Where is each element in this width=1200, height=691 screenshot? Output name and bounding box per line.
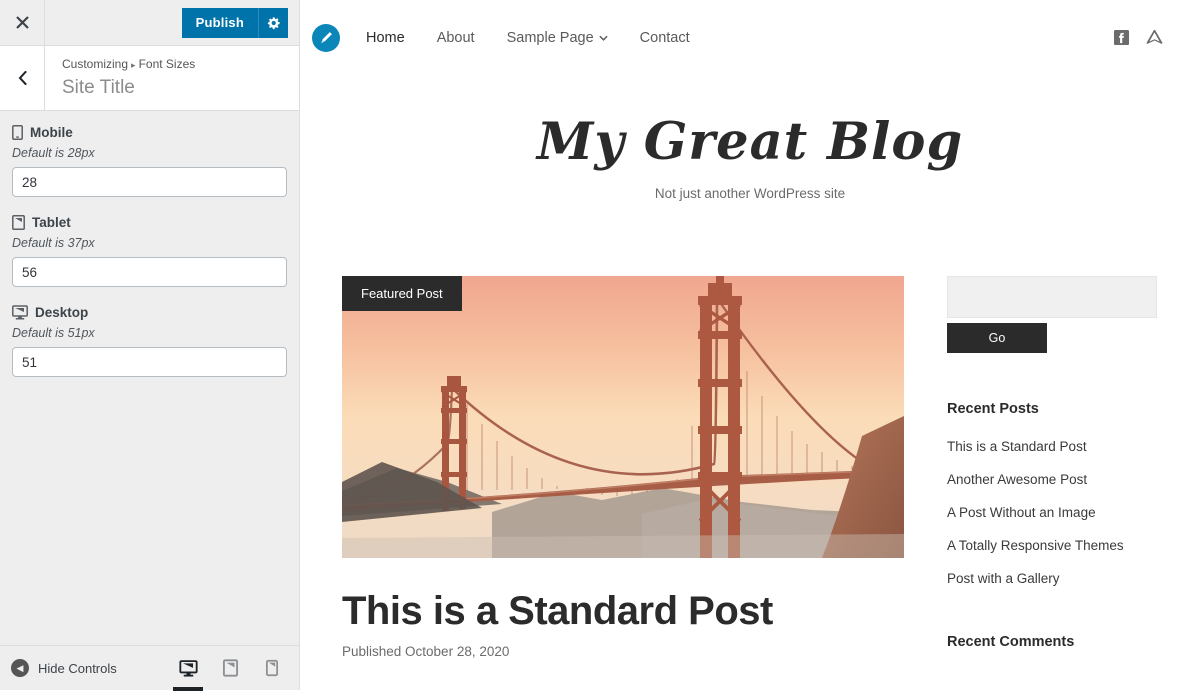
smartphone-icon <box>12 125 23 140</box>
nav-link-home-label: Home <box>366 29 405 46</box>
preview-tablet-button[interactable] <box>213 646 247 691</box>
section-header-text: Customizing ▸ Font Sizes Site Title <box>45 46 195 110</box>
nav-link-about[interactable]: About <box>421 30 491 46</box>
customizer-footer: ◀ Hide Controls <box>0 645 299 691</box>
control-desktop-label: Desktop <box>12 305 287 320</box>
control-tablet: Tablet Default is 37px <box>12 215 287 287</box>
post-meta: Published October 28, 2020 <box>342 644 510 659</box>
post-title[interactable]: This is a Standard Post <box>342 588 904 634</box>
publish-group: Publish <box>181 7 288 38</box>
monitor-icon <box>178 659 198 677</box>
chevron-down-icon <box>599 35 608 41</box>
search-input[interactable] <box>947 276 1157 318</box>
content-area: Featured Post This is a Standard Post Pu… <box>300 201 1200 659</box>
control-tablet-description: Default is 37px <box>12 236 95 250</box>
chevron-left-icon <box>18 71 27 85</box>
recent-posts-title: Recent Posts <box>947 401 1039 417</box>
close-icon <box>15 16 29 29</box>
preview-mobile-button[interactable] <box>255 646 289 691</box>
preview-desktop-button[interactable] <box>171 646 205 691</box>
nav-link-about-label: About <box>436 29 475 46</box>
breadcrumb-prefix: Customizing <box>62 57 129 71</box>
mobile-font-size-input[interactable] <box>12 167 287 197</box>
desktop-font-size-input[interactable] <box>12 347 287 377</box>
gear-icon <box>267 16 280 29</box>
preview-sidebar: Go Recent Posts This is a Standard Post … <box>947 276 1157 659</box>
customizer-controls: Mobile Default is 28px Tablet Default is… <box>0 111 299 645</box>
control-desktop: Desktop Default is 51px <box>12 305 287 377</box>
list-item[interactable]: Another Awesome Post <box>947 472 1157 487</box>
back-button[interactable] <box>0 46 45 110</box>
pencil-logo-icon <box>321 31 332 43</box>
customizer-panel: Publish Customizing ▸ Font Sizes Site Titl… <box>0 0 300 691</box>
social-links <box>1114 29 1200 46</box>
control-tablet-label: Tablet <box>12 215 287 230</box>
list-item[interactable]: A Post Without an Image <box>947 505 1157 520</box>
list-item[interactable]: This is a Standard Post <box>947 439 1157 454</box>
control-mobile-label-text: Mobile <box>30 125 73 140</box>
control-mobile-label: Mobile <box>12 125 287 140</box>
breadcrumb-section: Font Sizes <box>138 57 196 71</box>
breadcrumb: Customizing ▸ Font Sizes <box>62 57 195 73</box>
featured-post-badge: Featured Post <box>342 276 462 311</box>
control-desktop-description: Default is 51px <box>12 326 95 340</box>
customizer-topbar: Publish <box>0 0 299 46</box>
site-title: My Great Blog <box>536 112 964 172</box>
nav-link-contact[interactable]: Contact <box>624 30 706 46</box>
bridge-illustration <box>342 276 904 558</box>
device-preview-switcher <box>171 646 299 691</box>
recent-posts-list: This is a Standard Post Another Awesome … <box>947 439 1157 586</box>
tablet-icon <box>12 215 25 230</box>
site-tagline: Not just another WordPress site <box>654 186 846 201</box>
featured-image[interactable]: Featured Post <box>342 276 904 558</box>
list-item[interactable]: Post with a Gallery <box>947 571 1157 586</box>
recent-comments-title: Recent Comments <box>947 634 1075 650</box>
control-tablet-label-text: Tablet <box>32 215 71 230</box>
control-mobile-description: Default is 28px <box>12 146 95 160</box>
publish-button[interactable]: Publish <box>181 7 258 38</box>
search-go-button[interactable]: Go <box>947 323 1047 353</box>
nav-link-sample-page-label: Sample Page <box>506 29 594 46</box>
close-customizer-button[interactable] <box>0 0 45 45</box>
control-desktop-label-text: Desktop <box>35 305 89 320</box>
site-preview: Home About Sample Page Contact My Great … <box>300 0 1200 690</box>
facebook-icon[interactable] <box>1114 30 1129 45</box>
crossed-paddles-icon[interactable] <box>1145 29 1164 46</box>
site-branding: My Great Blog Not just another WordPress… <box>300 75 1200 202</box>
publish-settings-button[interactable] <box>258 7 288 38</box>
nav-link-home[interactable]: Home <box>350 30 421 46</box>
smartphone-icon <box>266 659 278 677</box>
site-navigation: Home About Sample Page Contact <box>300 0 1200 75</box>
tablet-font-size-input[interactable] <box>12 257 287 287</box>
hide-controls-label: Hide Controls <box>38 660 117 676</box>
nav-links: Home About Sample Page Contact <box>350 30 1114 46</box>
monitor-icon <box>12 305 28 320</box>
control-mobile: Mobile Default is 28px <box>12 125 287 197</box>
collapse-arrow-icon: ◀ <box>11 659 29 677</box>
hide-controls-button[interactable]: ◀ Hide Controls <box>11 659 117 677</box>
tablet-icon <box>222 659 238 677</box>
page-title: Site Title <box>62 77 135 98</box>
site-logo[interactable] <box>312 23 340 52</box>
nav-link-sample-page[interactable]: Sample Page <box>491 30 624 46</box>
post-column: Featured Post This is a Standard Post Pu… <box>342 276 904 659</box>
nav-link-contact-label: Contact <box>639 29 690 46</box>
list-item[interactable]: A Totally Responsive Themes <box>947 538 1157 553</box>
customizer-section-header: Customizing ▸ Font Sizes Site Title <box>0 46 299 111</box>
breadcrumb-separator: ▸ <box>131 60 136 70</box>
